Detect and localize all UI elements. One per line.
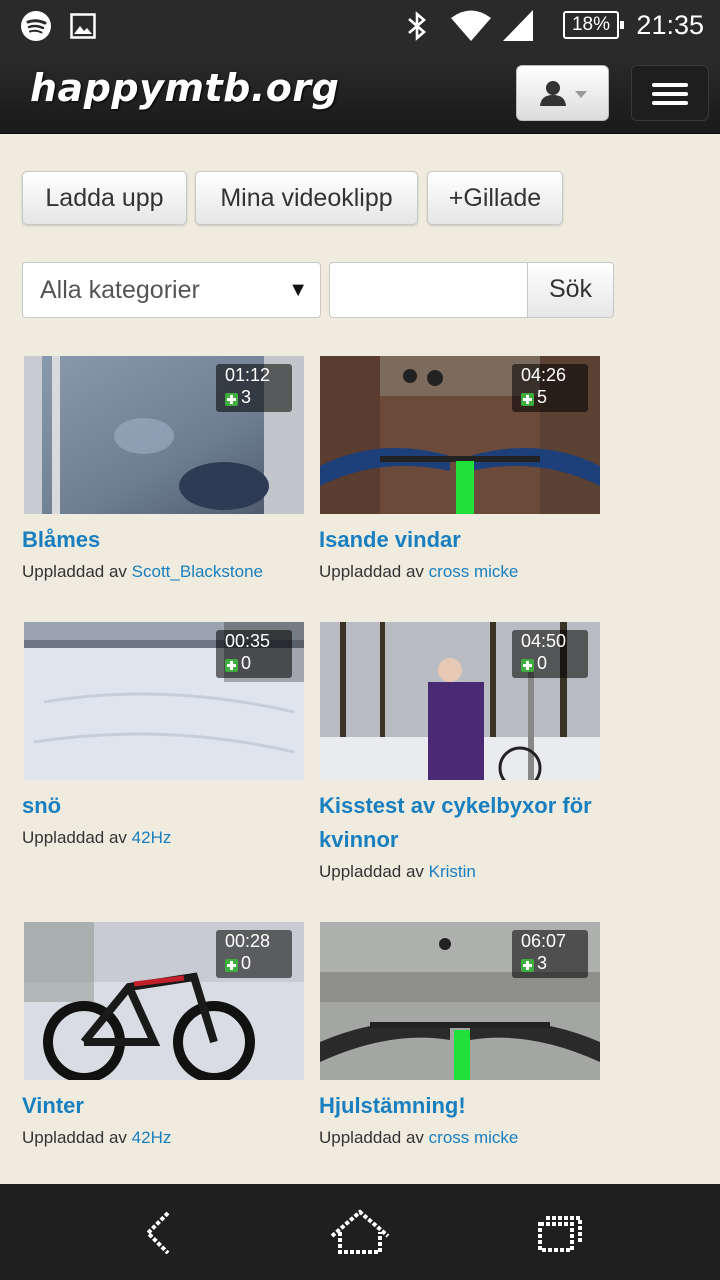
- home-icon[interactable]: [328, 1208, 392, 1261]
- clock: 21:35: [636, 10, 704, 40]
- liked-button[interactable]: +Gillade: [427, 171, 563, 225]
- video-duration: 04:26: [521, 365, 567, 385]
- video-meta-badge: 00:28 0: [216, 930, 292, 978]
- video-duration: 04:50: [521, 631, 567, 651]
- battery-indicator: 18%: [563, 11, 624, 39]
- video-uploader: Uppladdad av 42Hz: [22, 1128, 171, 1148]
- video-meta-badge: 04:50 0: [512, 630, 588, 678]
- wifi-icon: [450, 9, 492, 48]
- uploader-link[interactable]: cross micke: [429, 562, 519, 581]
- chevron-down-icon: [575, 91, 587, 98]
- video-likes: 0: [537, 653, 548, 673]
- search-button[interactable]: Sök: [527, 262, 614, 318]
- bluetooth-icon: [404, 10, 430, 47]
- video-thumbnail[interactable]: 04:50 0: [320, 622, 600, 780]
- video-uploader: Uppladdad av 42Hz: [22, 828, 171, 848]
- video-likes: 0: [241, 953, 252, 973]
- signal-icon: [502, 8, 534, 47]
- system-nav-bar: [0, 1184, 720, 1280]
- like-plus-icon: [521, 659, 534, 672]
- video-uploader: Uppladdad av cross micke: [319, 1128, 518, 1148]
- video-thumbnail[interactable]: 00:35 0: [24, 622, 304, 780]
- uploaded-by-label: Uppladdad av: [22, 828, 127, 847]
- back-icon[interactable]: [140, 1210, 180, 1261]
- video-meta-badge: 04:26 5: [512, 364, 588, 412]
- video-meta-badge: 01:12 3: [216, 364, 292, 412]
- like-plus-icon: [225, 659, 238, 672]
- status-bar: 18% 21:35: [0, 0, 720, 52]
- video-likes: 3: [241, 387, 252, 407]
- video-duration: 06:07: [521, 931, 567, 951]
- recents-icon[interactable]: [536, 1214, 584, 1259]
- uploaded-by-label: Uppladdad av: [22, 1128, 127, 1147]
- video-title[interactable]: Blåmes: [22, 523, 302, 557]
- video-title[interactable]: snö: [22, 789, 302, 823]
- uploaded-by-label: Uppladdad av: [319, 862, 424, 881]
- uploaded-by-label: Uppladdad av: [319, 562, 424, 581]
- spotify-icon: [20, 10, 52, 47]
- category-select-value: Alla kategorier: [40, 276, 200, 304]
- upload-button[interactable]: Ladda upp: [22, 171, 187, 225]
- like-plus-icon: [225, 959, 238, 972]
- uploader-link[interactable]: 42Hz: [132, 828, 172, 847]
- video-uploader: Uppladdad av Scott_Blackstone: [22, 562, 263, 582]
- main-menu-button[interactable]: [631, 65, 709, 121]
- video-duration: 00:28: [225, 931, 271, 951]
- site-logo[interactable]: happymtb.org: [30, 66, 339, 110]
- video-title[interactable]: Vinter: [22, 1089, 302, 1123]
- video-uploader: Uppladdad av Kristin: [319, 862, 476, 882]
- uploader-link[interactable]: 42Hz: [132, 1128, 172, 1147]
- search-input[interactable]: [329, 262, 527, 318]
- video-thumbnail[interactable]: 04:26 5: [320, 356, 600, 514]
- uploaded-by-label: Uppladdad av: [319, 1128, 424, 1147]
- video-title[interactable]: Isande vindar: [319, 523, 609, 557]
- uploader-link[interactable]: Scott_Blackstone: [132, 562, 263, 581]
- video-uploader: Uppladdad av cross micke: [319, 562, 518, 582]
- video-thumbnail[interactable]: 06:07 3: [320, 922, 600, 1080]
- video-meta-badge: 00:35 0: [216, 630, 292, 678]
- user-menu-button[interactable]: [516, 65, 609, 121]
- uploader-link[interactable]: cross micke: [429, 1128, 519, 1147]
- like-plus-icon: [521, 959, 534, 972]
- dropdown-arrow-icon: ▼: [288, 279, 308, 301]
- my-videos-button[interactable]: Mina videoklipp: [195, 171, 418, 225]
- uploader-link[interactable]: Kristin: [429, 862, 476, 881]
- video-likes: 0: [241, 653, 252, 673]
- category-select[interactable]: Alla kategorier ▼: [22, 262, 321, 318]
- like-plus-icon: [521, 393, 534, 406]
- site-header: happymtb.org: [0, 52, 720, 134]
- video-title[interactable]: Kisstest av cykelbyxor för kvinnor: [319, 789, 619, 857]
- video-likes: 3: [537, 953, 548, 973]
- video-duration: 01:12: [225, 365, 271, 385]
- video-title[interactable]: Hjulstämning!: [319, 1089, 609, 1123]
- image-icon: [70, 13, 96, 44]
- video-likes: 5: [537, 387, 548, 407]
- like-plus-icon: [225, 393, 238, 406]
- video-meta-badge: 06:07 3: [512, 930, 588, 978]
- video-duration: 00:35: [225, 631, 271, 651]
- uploaded-by-label: Uppladdad av: [22, 562, 127, 581]
- video-thumbnail[interactable]: 01:12 3: [24, 356, 304, 514]
- video-thumbnail[interactable]: 00:28 0: [24, 922, 304, 1080]
- user-icon: [539, 80, 567, 111]
